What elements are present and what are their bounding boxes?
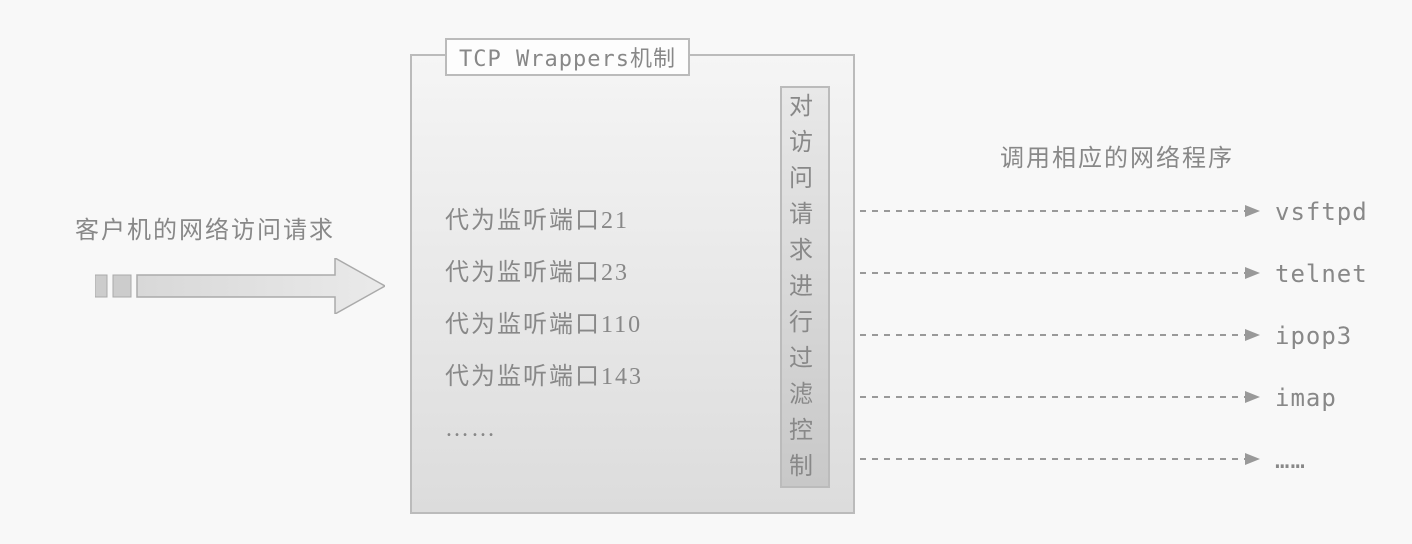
output-program-label: ipop3 — [1275, 322, 1352, 350]
port-listen-list: 代为监听端口21 代为监听端口23 代为监听端口110 代为监听端口143 …… — [445, 195, 643, 455]
filter-control-box: 对访问请求进行过滤控制 — [780, 86, 830, 488]
port-item: 代为监听端口143 — [445, 351, 643, 403]
output-program-ellipsis: …… — [1275, 446, 1306, 474]
output-arrow-icon — [860, 210, 1260, 212]
output-arrow-icon — [860, 396, 1260, 398]
port-item-ellipsis: …… — [445, 403, 643, 455]
output-arrow-icon — [860, 272, 1260, 274]
port-item: 代为监听端口21 — [445, 195, 643, 247]
output-arrow-icon — [860, 458, 1260, 460]
output-program-label: vsftpd — [1275, 198, 1368, 226]
port-item: 代为监听端口110 — [445, 299, 643, 351]
input-arrow-icon — [95, 258, 385, 314]
client-request-label: 客户机的网络访问请求 — [75, 210, 335, 245]
port-item: 代为监听端口23 — [445, 247, 643, 299]
output-program-label: imap — [1275, 384, 1337, 412]
output-program-label: telnet — [1275, 260, 1368, 288]
filter-control-text: 对访问请求进行过滤控制 — [789, 89, 821, 485]
output-title-label: 调用相应的网络程序 — [1000, 138, 1234, 173]
output-arrow-icon — [860, 334, 1260, 336]
tcp-wrappers-title-box: TCP Wrappers机制 — [445, 38, 690, 76]
